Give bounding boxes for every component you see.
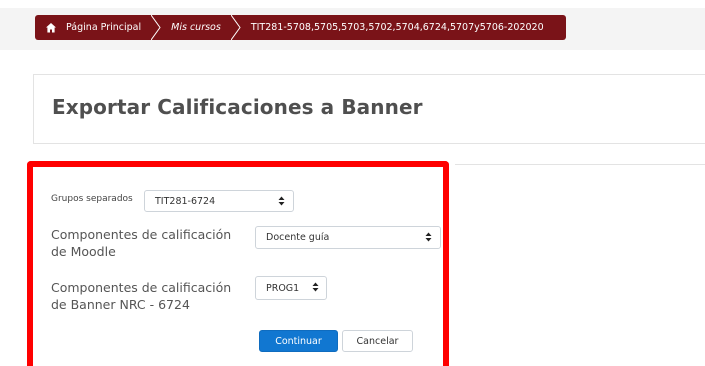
divider xyxy=(455,164,705,165)
breadcrumb-home-label: Página Principal xyxy=(66,22,142,33)
breadcrumb-separator xyxy=(151,15,163,40)
page-title: Exportar Calificaciones a Banner xyxy=(52,95,423,119)
home-icon xyxy=(45,22,57,34)
page-header: Exportar Calificaciones a Banner xyxy=(33,74,705,144)
breadcrumb-separator xyxy=(230,15,243,40)
breadcrumb-current-course-label: TIT281-5708,5705,5703,5702,5704,6724,570… xyxy=(250,22,544,33)
breadcrumb: Página Principal Mis cursos TIT281-5708,… xyxy=(35,15,566,40)
breadcrumb-home[interactable]: Página Principal xyxy=(35,15,151,40)
highlight-frame xyxy=(27,161,449,366)
breadcrumb-my-courses-label: Mis cursos xyxy=(171,22,221,33)
breadcrumb-my-courses[interactable]: Mis cursos xyxy=(163,15,231,40)
breadcrumb-current-course[interactable]: TIT281-5708,5705,5703,5702,5704,6724,570… xyxy=(243,15,554,40)
